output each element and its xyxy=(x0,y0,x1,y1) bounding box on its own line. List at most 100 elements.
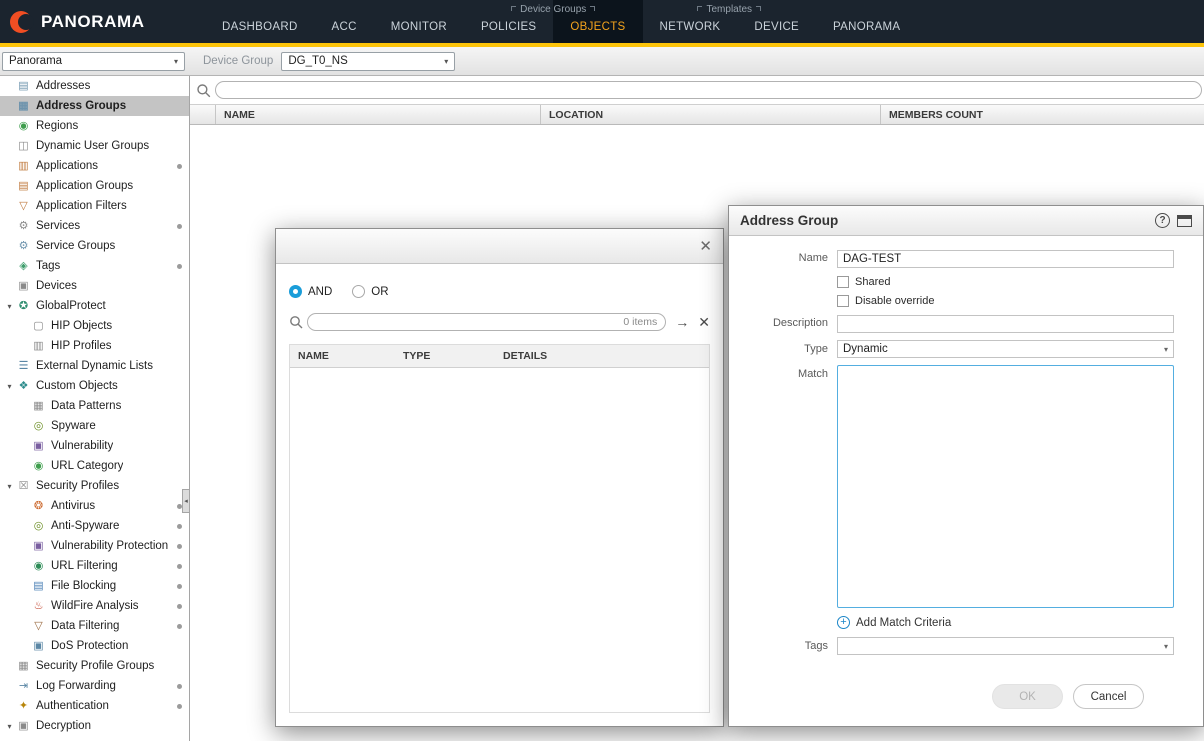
type-select[interactable]: Dynamic ▾ xyxy=(837,340,1174,358)
sidebar-item-log-forwarding[interactable]: ⇥Log Forwarding xyxy=(0,676,189,696)
search-icon xyxy=(289,315,303,329)
sidebar-item-security-profiles[interactable]: ▾☒Security Profiles xyxy=(0,476,189,496)
sidebar-item-address-groups[interactable]: ▦Address Groups xyxy=(0,96,189,116)
match-header-type[interactable]: TYPE xyxy=(395,345,495,367)
sidebar-item-external-dynamic-lists[interactable]: ☰External Dynamic Lists xyxy=(0,356,189,376)
sidebar-item-data-filtering[interactable]: ▽Data Filtering xyxy=(0,616,189,636)
status-dot xyxy=(177,704,182,709)
table-header-location[interactable]: LOCATION xyxy=(541,105,881,124)
security-profile-groups-icon: ▦ xyxy=(16,661,31,672)
sidebar-item-file-blocking[interactable]: ▤File Blocking xyxy=(0,576,189,596)
description-field[interactable] xyxy=(837,315,1174,333)
sidebar-item-decryption[interactable]: ▾▣Decryption xyxy=(0,716,189,736)
sidebar-item-label: HIP Objects xyxy=(51,320,112,332)
tab-device[interactable]: DEVICE xyxy=(737,0,816,43)
chevron-down-icon[interactable]: ▾ xyxy=(3,722,16,731)
device-group-select[interactable]: DG_T0_NS ▾ xyxy=(281,52,455,71)
scope-select[interactable]: Panorama ▾ xyxy=(2,52,185,71)
sidebar-item-label: Authentication xyxy=(36,700,109,712)
sidebar-item-addresses[interactable]: ▤Addresses xyxy=(0,76,189,96)
sidebar-item-data-patterns[interactable]: ▦Data Patterns xyxy=(0,396,189,416)
sidebar-item-authentication[interactable]: ✦Authentication xyxy=(0,696,189,716)
chevron-down-icon[interactable]: ▾ xyxy=(3,382,16,391)
sidebar-item-label: Addresses xyxy=(36,80,90,92)
and-radio-label: AND xyxy=(308,286,332,298)
sidebar-item-hip-profiles[interactable]: ▥HIP Profiles xyxy=(0,336,189,356)
tags-icon: ◈ xyxy=(16,261,31,272)
sidebar-item-applications[interactable]: ▥Applications xyxy=(0,156,189,176)
sidebar-item-hip-objects[interactable]: ▢HIP Objects xyxy=(0,316,189,336)
tab-panorama[interactable]: PANORAMA xyxy=(816,0,917,43)
table-header-name[interactable]: NAME xyxy=(216,105,541,124)
service-groups-icon: ⚙ xyxy=(16,241,31,252)
chevron-down-icon: ▾ xyxy=(1164,345,1168,354)
sidebar-item-regions[interactable]: ◉Regions xyxy=(0,116,189,136)
tags-select[interactable]: ▾ xyxy=(837,637,1174,655)
sidebar-item-antivirus[interactable]: ❂Antivirus xyxy=(0,496,189,516)
cancel-button[interactable]: Cancel xyxy=(1073,684,1144,709)
or-radio-option[interactable]: OR xyxy=(352,285,388,298)
sidebar-item-custom-objects[interactable]: ▾❖Custom Objects xyxy=(0,376,189,396)
table-header-select-column xyxy=(190,105,216,124)
clear-filter-icon[interactable]: ✕ xyxy=(698,315,710,329)
and-radio-option[interactable]: AND xyxy=(289,285,332,298)
tab-objects[interactable]: OBJECTS xyxy=(553,0,642,43)
sidebar-item-dos-protection[interactable]: ▣DoS Protection xyxy=(0,636,189,656)
tab-monitor[interactable]: MONITOR xyxy=(374,0,464,43)
chevron-down-icon[interactable]: ▾ xyxy=(3,302,16,311)
sidebar-item-service-groups[interactable]: ⚙Service Groups xyxy=(0,236,189,256)
add-match-criteria-link[interactable]: + Add Match Criteria xyxy=(837,616,1174,629)
radio-selected-icon[interactable] xyxy=(289,285,302,298)
sidebar-item-label: Security Profile Groups xyxy=(36,660,154,672)
sidebar-item-security-profile-groups[interactable]: ▦ Security Profile Groups xyxy=(0,656,189,676)
sidebar-item-services[interactable]: ⚙Services xyxy=(0,216,189,236)
sidebar-item-application-groups[interactable]: ▤Application Groups xyxy=(0,176,189,196)
apply-filter-arrow-icon[interactable]: → xyxy=(675,315,689,329)
search-input[interactable] xyxy=(224,84,1193,96)
tab-acc[interactable]: ACC xyxy=(315,0,374,43)
name-label: Name xyxy=(729,249,837,268)
sidebar-collapse-handle[interactable]: ◂ xyxy=(182,489,189,513)
file-blocking-icon: ▤ xyxy=(31,581,46,592)
address-groups-table-header: NAME LOCATION MEMBERS COUNT xyxy=(190,104,1204,125)
tab-network[interactable]: NETWORK xyxy=(643,0,738,43)
sidebar-item-wildfire-analysis[interactable]: ♨WildFire Analysis xyxy=(0,596,189,616)
application-filters-icon: ▽ xyxy=(16,201,31,212)
application-groups-icon: ▤ xyxy=(16,181,31,192)
table-header-members-count[interactable]: MEMBERS COUNT xyxy=(881,105,1204,124)
sidebar-item-globalprotect[interactable]: ▾✪GlobalProtect xyxy=(0,296,189,316)
shared-checkbox[interactable] xyxy=(837,276,849,288)
sidebar-item-application-filters[interactable]: ▽Application Filters xyxy=(0,196,189,216)
sidebar-item-vulnerability[interactable]: ▣Vulnerability xyxy=(0,436,189,456)
top-nav: PANORAMA DASHBOARD ACC MONITOR Device Gr… xyxy=(0,0,1204,47)
sidebar-item-spyware[interactable]: ◎Spyware xyxy=(0,416,189,436)
sidebar-item-label: Regions xyxy=(36,120,78,132)
radio-unselected-icon[interactable] xyxy=(352,285,365,298)
help-icon[interactable]: ? xyxy=(1155,213,1170,228)
match-textarea[interactable] xyxy=(837,365,1174,608)
main-search-row xyxy=(190,76,1204,104)
sidebar-item-anti-spyware[interactable]: ◎Anti-Spyware xyxy=(0,516,189,536)
chevron-down-icon[interactable]: ▾ xyxy=(3,482,16,491)
status-dot xyxy=(177,224,182,229)
match-search-input[interactable] xyxy=(316,316,623,328)
popout-icon[interactable] xyxy=(1177,215,1192,227)
sidebar-item-devices[interactable]: ▣Devices xyxy=(0,276,189,296)
chevron-down-icon: ▾ xyxy=(444,57,448,66)
sidebar-item-dynamic-user-groups[interactable]: ◫Dynamic User Groups xyxy=(0,136,189,156)
sidebar-item-vulnerability-protection[interactable]: ▣Vulnerability Protection xyxy=(0,536,189,556)
tab-policies[interactable]: POLICIES xyxy=(464,0,553,43)
sidebar-item-url-category[interactable]: ◉URL Category xyxy=(0,456,189,476)
match-header-details[interactable]: DETAILS xyxy=(495,345,709,367)
tab-dashboard[interactable]: DASHBOARD xyxy=(205,0,315,43)
disable-override-checkbox[interactable] xyxy=(837,295,849,307)
close-icon[interactable]: ✕ xyxy=(699,239,712,254)
match-header-name[interactable]: NAME xyxy=(290,345,395,367)
name-field[interactable] xyxy=(837,250,1174,268)
sidebar-item-label: Security Profiles xyxy=(36,480,119,492)
sidebar-item-url-filtering[interactable]: ◉URL Filtering xyxy=(0,556,189,576)
match-results-table: NAME TYPE DETAILS xyxy=(289,344,710,713)
match-search-row: 0 items → ✕ xyxy=(289,313,710,331)
ok-button[interactable]: OK xyxy=(992,684,1063,709)
sidebar-item-tags[interactable]: ◈Tags xyxy=(0,256,189,276)
